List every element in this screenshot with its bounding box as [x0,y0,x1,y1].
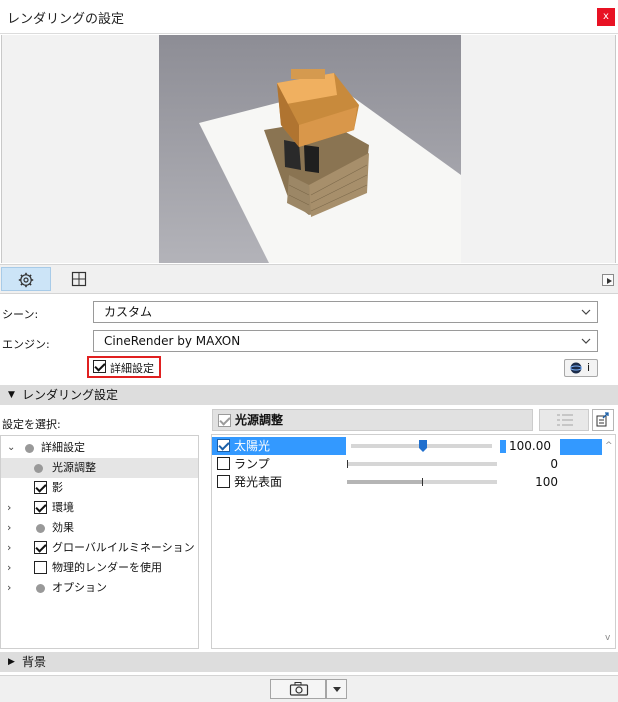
tree-item-label: 光源調整 [52,461,96,474]
export-icon [596,412,609,427]
chevron-down-icon [581,309,591,315]
tree-item-label: オプション [52,581,107,594]
param-value[interactable]: 100.00 [506,437,551,455]
scene-value: カスタム [104,305,153,319]
settings-tree: ⌄ 詳細設定 光源調整 影 › 環境 › 効果 › グローバルイルミネーション … [0,435,199,649]
dot-icon [34,464,43,473]
param-row-emissive-surface[interactable]: 発光表面 100 [212,473,603,491]
detail-settings-checkbox[interactable] [93,360,106,373]
tree-item-shadow[interactable]: 影 [1,478,198,498]
window-title: レンダリングの設定 [7,12,125,27]
scene-label: シーン: [2,308,39,321]
sunlight-color-swatch[interactable] [560,439,602,455]
preview-image [159,35,461,263]
tree-item-label: 効果 [52,521,74,534]
param-name: 発光表面 [234,475,283,489]
params-header-checkbox [218,414,231,427]
tree-item-effects[interactable]: › 効果 [1,518,198,538]
dot-icon [36,584,45,593]
param-name: 太陽光 [234,439,271,453]
render-snapshot-button[interactable] [270,679,326,699]
dot-icon [25,444,34,453]
detail-settings-highlight: 詳細設定 [87,356,161,378]
slider-thumb[interactable] [418,439,428,453]
param-value[interactable]: 100 [512,473,558,491]
tree-item-options[interactable]: › オプション [1,578,198,598]
tree-item-label: グローバルイルミネーション [52,541,195,554]
grid-view-icon [71,271,87,287]
slider-tick [422,478,423,486]
tree-item-label: 影 [52,481,63,494]
param-checkbox[interactable] [217,457,230,470]
param-name: ランプ [234,457,270,471]
background-section-label: 背景 [22,655,47,669]
bottom-toolbar [0,675,618,702]
gear-icon [18,272,34,288]
tree-item-checkbox[interactable] [34,501,47,514]
triangle-down-icon: ▼ [8,390,15,400]
detail-settings-label: 詳細設定 [110,362,154,375]
triangle-right-icon [607,278,612,284]
render-options-dropdown[interactable] [326,679,347,699]
row-highlight [212,437,346,455]
chevron-right-icon[interactable]: › [7,558,19,578]
scroll-down-icon[interactable]: v [605,633,610,643]
scroll-up-icon[interactable]: ^ [605,441,613,451]
chevron-right-icon[interactable]: › [7,538,19,558]
view-toolbar [0,264,618,294]
tree-item-global-illumination[interactable]: › グローバルイルミネーション [1,538,198,558]
lamp-slider-track[interactable] [347,462,497,466]
tree-item-checkbox[interactable] [34,541,47,554]
param-row-lamp[interactable]: ランプ 0 [212,455,603,473]
scene-dropdown[interactable]: カスタム [93,301,598,323]
tree-item-label: 詳細設定 [41,441,85,454]
tab-view[interactable] [54,267,104,291]
slider-tick [347,460,348,468]
tree-item-physical-render[interactable]: › 物理的レンダーを使用 [1,558,198,578]
params-header: 光源調整 [212,409,533,431]
info-label: i [587,361,591,374]
tree-item-checkbox[interactable] [34,481,47,494]
render-preview [1,35,616,263]
list-options-button[interactable] [539,409,589,431]
engine-info-button[interactable]: i [564,359,598,377]
param-value[interactable]: 0 [512,455,558,473]
export-settings-button[interactable] [592,409,614,431]
engine-label: エンジン: [2,338,50,351]
tree-item-label: 物理的レンダーを使用 [52,561,162,574]
chevron-right-icon[interactable]: › [7,498,19,518]
engine-value: CineRender by MAXON [104,334,241,348]
triangle-down-icon [333,687,341,692]
dot-icon [36,524,45,533]
param-checkbox[interactable] [217,475,230,488]
camera-icon [289,682,309,696]
params-panel: 太陽光 100.00 ランプ 0 発光表面 100 [211,434,616,649]
list-icon [557,414,573,426]
tree-item-detail-settings[interactable]: ⌄ 詳細設定 [1,438,198,458]
rendering-settings-label: レンダリング設定 [22,388,119,402]
engine-dropdown[interactable]: CineRender by MAXON [93,330,598,352]
cinerender-logo-icon [570,362,582,374]
rendering-settings-section[interactable]: ▼ レンダリング設定 [0,385,618,405]
tree-item-label: 環境 [52,501,74,514]
params-header-label: 光源調整 [235,413,284,427]
expand-right-button[interactable] [602,274,614,286]
param-row-sunlight[interactable]: 太陽光 100.00 [212,437,603,455]
tab-settings[interactable] [1,267,51,291]
param-checkbox[interactable] [217,439,230,452]
title-bar: レンダリングの設定 x [0,0,618,34]
close-button[interactable]: x [597,8,615,26]
chevron-right-icon[interactable]: › [7,518,19,538]
background-section[interactable]: ▶ 背景 [0,652,618,672]
triangle-right-icon: ▶ [8,657,15,667]
tree-item-environment[interactable]: › 環境 [1,498,198,518]
chevron-down-icon [581,338,591,344]
chevron-down-icon[interactable]: ⌄ [7,438,19,458]
settings-selector-label: 設定を選択: [2,418,61,431]
tree-item-light-adjust[interactable]: 光源調整 [1,458,198,478]
tree-item-checkbox[interactable] [34,561,47,574]
chevron-right-icon[interactable]: › [7,578,19,598]
